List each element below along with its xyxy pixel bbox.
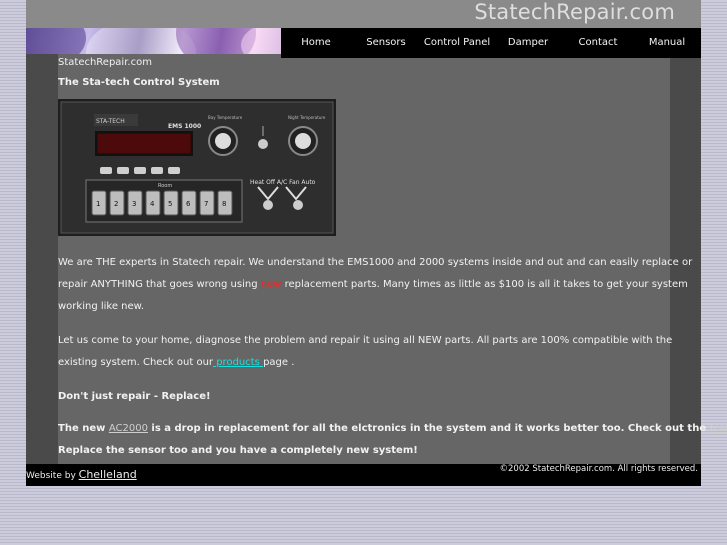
- paragraph-1-line-3: working like new.: [58, 301, 145, 312]
- p2-text-b: page .: [263, 357, 295, 368]
- paragraph-1-line-1: We are THE experts in Statech repair. We…: [58, 257, 693, 268]
- new-highlight: new: [260, 279, 282, 290]
- room-button-label: 8: [222, 200, 226, 208]
- paragraph-2-line-2: existing system. Check out our products …: [58, 357, 294, 368]
- footer-copyright: ©2002 StatechRepair.com. All rights rese…: [499, 464, 698, 474]
- replace-heading: Don't just repair - Replace!: [58, 391, 211, 402]
- control-panel-image: STA-TECH EMS 1000 Bay Temperature Night …: [58, 99, 336, 236]
- room-label: Room: [158, 183, 172, 189]
- chelleland-link[interactable]: Chelleland: [79, 468, 137, 481]
- device-brand: STA-TECH: [96, 118, 125, 125]
- top-bar: StatechRepair.com: [26, 0, 701, 28]
- main-nav: Home Sensors Control Panel Damper Contac…: [281, 28, 701, 58]
- nav-control-panel[interactable]: Control Panel: [421, 28, 493, 58]
- ac2000-link[interactable]: AC2000: [109, 423, 148, 434]
- paragraph-1-line-2: repair ANYTHING that goes wrong using ne…: [58, 279, 688, 290]
- p4-text-b: is a drop in replacement for all the elc…: [147, 423, 710, 434]
- control-panel-drawing: STA-TECH EMS 1000 Bay Temperature Night …: [58, 99, 336, 236]
- device-model: EMS 1000: [168, 123, 201, 130]
- p4-text-a: The new: [58, 423, 109, 434]
- room-button-label: 6: [186, 200, 191, 208]
- page-frame: StatechRepair.com StatechRepair.com The …: [26, 0, 727, 486]
- paragraph-4: The new AC2000 is a drop in replacement …: [58, 423, 727, 434]
- room-button-label: 7: [204, 200, 208, 208]
- nav-sensors[interactable]: Sensors: [351, 28, 421, 58]
- room-button-label: 4: [150, 200, 155, 208]
- site-label: StatechRepair.com: [58, 57, 152, 68]
- room-button-label: 3: [132, 200, 136, 208]
- dial-left-label: Bay Temperature: [208, 115, 243, 120]
- footer: Website by Chelleland ©2002 StatechRepai…: [26, 464, 701, 486]
- nav-damper[interactable]: Damper: [493, 28, 563, 58]
- p1-text-b: replacement parts. Many times as little …: [281, 279, 688, 290]
- paragraph-5: Replace the sensor too and you have a co…: [58, 445, 418, 456]
- features-link[interactable]: features: [710, 423, 727, 434]
- dial-right-label: Night Temperature: [288, 115, 326, 120]
- paragraph-2-line-1: Let us come to your home, diagnose the p…: [58, 335, 673, 346]
- nav-manual[interactable]: Manual: [633, 28, 701, 58]
- nav-home[interactable]: Home: [281, 28, 351, 58]
- p1-text-a: repair ANYTHING that goes wrong using: [58, 279, 261, 290]
- brand-title: StatechRepair.com: [474, 0, 675, 24]
- main-content: StatechRepair.com The Sta-tech Control S…: [58, 54, 727, 464]
- nav-contact[interactable]: Contact: [563, 28, 633, 58]
- room-button-label: 5: [168, 200, 172, 208]
- room-button-label: 1: [96, 200, 100, 208]
- products-link[interactable]: products: [213, 357, 263, 368]
- mode-labels: Heat Off A/C Fan Auto: [250, 179, 316, 186]
- decorative-banner: [26, 28, 311, 54]
- p2-text-a: existing system. Check out our: [58, 357, 214, 368]
- room-button-label: 2: [114, 200, 118, 208]
- page-title: The Sta-tech Control System: [58, 77, 220, 88]
- footer-credit-prefix: Website by: [26, 471, 79, 481]
- footer-credit: Website by Chelleland: [26, 468, 137, 481]
- banner-shape: [26, 28, 86, 54]
